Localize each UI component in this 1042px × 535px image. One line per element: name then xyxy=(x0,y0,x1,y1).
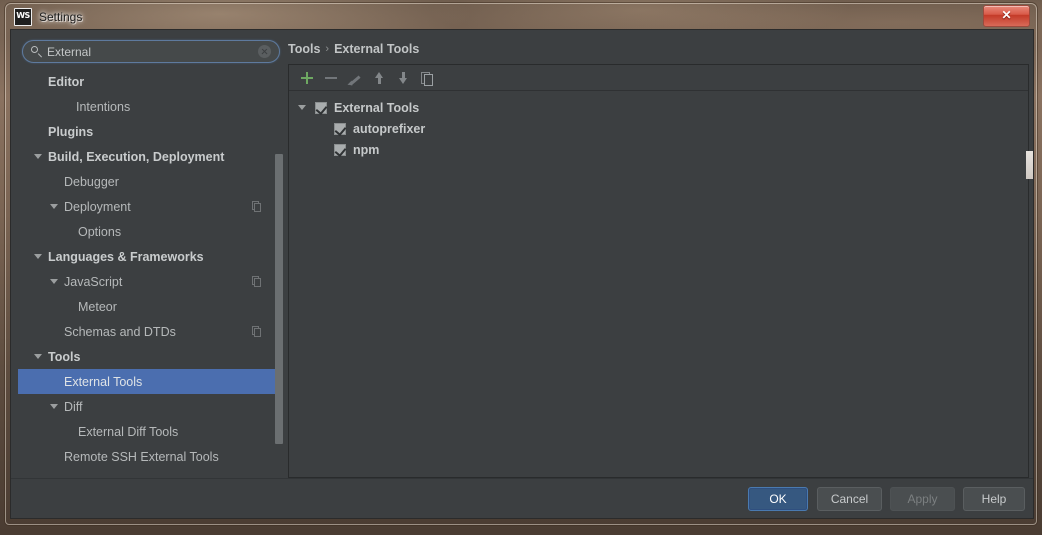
sidebar-item-label: Diff xyxy=(64,399,83,414)
tool-label: npm xyxy=(353,142,380,157)
settings-sidebar: Editor Intentions Plugins Build, Execution,… xyxy=(18,36,284,478)
sidebar-item-label: Remote SSH External Tools xyxy=(64,449,219,464)
dialog-button-bar: OK Cancel Apply Help xyxy=(11,478,1033,518)
cancel-button[interactable]: Cancel xyxy=(817,487,882,511)
sidebar-item-external-tools[interactable]: External Tools xyxy=(18,369,276,394)
sidebar-item-meteor[interactable]: Meteor xyxy=(18,294,276,319)
breadcrumb: Tools › External Tools xyxy=(288,42,419,56)
sidebar-item-label: External Diff Tools xyxy=(78,424,179,439)
sidebar-item-editor[interactable]: Editor xyxy=(18,69,276,94)
tool-tree-row[interactable]: External Tools xyxy=(289,97,1028,118)
webstorm-icon: WS xyxy=(14,7,32,26)
sidebar-item-label: Schemas and DTDs xyxy=(64,324,176,339)
sidebar-item-label: Debugger xyxy=(64,174,119,189)
sidebar-item-label: Editor xyxy=(48,74,85,89)
tool-tree-row[interactable]: autoprefixer xyxy=(289,118,1028,139)
sidebar-item-label: Meteor xyxy=(78,299,117,314)
tool-label: External Tools xyxy=(334,100,420,115)
sidebar-item-remote-ssh-external-tools[interactable]: Remote SSH External Tools xyxy=(18,444,276,469)
settings-dialog: Editor Intentions Plugins Build, Execution,… xyxy=(10,29,1034,519)
sidebar-scrollbar-thumb[interactable] xyxy=(275,154,283,444)
sidebar-item-debugger[interactable]: Debugger xyxy=(18,169,276,194)
sidebar-item-javascript[interactable]: JavaScript xyxy=(18,269,276,294)
tool-checkbox[interactable] xyxy=(334,143,347,157)
ok-button[interactable]: OK xyxy=(748,487,808,511)
chevron-down-icon[interactable] xyxy=(298,105,306,110)
copy-badge-icon xyxy=(252,201,262,212)
tool-checkbox[interactable] xyxy=(334,122,347,136)
search-box[interactable] xyxy=(22,40,280,63)
desktop-background: WS Settings ✕ Editor Intentions Plugins Bui… xyxy=(0,0,1042,535)
sidebar-scrollbar-track[interactable] xyxy=(275,69,284,475)
sidebar-item-languages-frameworks[interactable]: Languages & Frameworks xyxy=(18,244,276,269)
settings-category-tree[interactable]: Editor Intentions Plugins Build, Execution,… xyxy=(18,69,276,475)
copy-badge-icon xyxy=(252,326,262,337)
edit-button xyxy=(343,67,367,89)
tool-tree-row[interactable]: npm xyxy=(289,139,1028,160)
apply-button: Apply xyxy=(890,487,955,511)
sidebar-item-label: JavaScript xyxy=(64,274,123,289)
breadcrumb-current: External Tools xyxy=(334,42,420,56)
move-down-button xyxy=(391,67,415,89)
sidebar-item-label: Intentions xyxy=(76,99,131,114)
sidebar-item-deployment[interactable]: Deployment xyxy=(18,194,276,219)
sidebar-item-schemas-and-dtds[interactable]: Schemas and DTDs xyxy=(18,319,276,344)
sidebar-item-label: Deployment xyxy=(64,199,131,214)
sidebar-item-plugins[interactable]: Plugins xyxy=(18,119,276,144)
tool-checkbox[interactable] xyxy=(315,101,328,115)
chevron-down-icon[interactable] xyxy=(50,404,58,409)
sidebar-item-intentions[interactable]: Intentions xyxy=(18,94,276,119)
sidebar-item-external-diff-tools[interactable]: External Diff Tools xyxy=(18,419,276,444)
close-button[interactable]: ✕ xyxy=(983,5,1030,27)
external-tools-panel: External Tools autoprefixer npm xyxy=(288,64,1029,478)
tool-label: autoprefixer xyxy=(353,121,426,136)
add-button[interactable] xyxy=(295,67,319,89)
settings-window: WS Settings ✕ Editor Intentions Plugins Bui… xyxy=(5,3,1037,525)
external-tools-toolbar xyxy=(289,65,1028,91)
chevron-down-icon[interactable] xyxy=(34,254,42,259)
sidebar-item-label: Build, Execution, Deployment xyxy=(48,149,225,164)
remove-button xyxy=(319,67,343,89)
help-button[interactable]: Help xyxy=(963,487,1025,511)
sidebar-item-label: Options xyxy=(78,224,122,239)
chevron-down-icon[interactable] xyxy=(34,154,42,159)
breadcrumb-parent[interactable]: Tools xyxy=(288,42,320,56)
window-title: Settings xyxy=(39,9,83,24)
move-up-button xyxy=(367,67,391,89)
sidebar-item-build-execution-deployment[interactable]: Build, Execution, Deployment xyxy=(18,144,276,169)
check-icon xyxy=(315,102,328,115)
sidebar-item-diff[interactable]: Diff xyxy=(18,394,276,419)
sidebar-item-tools[interactable]: Tools xyxy=(18,344,276,369)
sidebar-item-label: External Tools xyxy=(64,374,143,389)
sidebar-item-label: Plugins xyxy=(48,124,94,139)
search-input[interactable] xyxy=(47,44,258,59)
check-icon xyxy=(334,144,347,157)
breadcrumb-separator-icon: › xyxy=(325,43,330,55)
sidebar-item-options[interactable]: Options xyxy=(18,219,276,244)
check-icon xyxy=(334,123,347,136)
external-tools-tree[interactable]: External Tools autoprefixer npm xyxy=(289,91,1028,477)
settings-content-panel: Tools › External Tools External Tools aut… xyxy=(288,36,1029,478)
copy-button xyxy=(415,67,439,89)
sidebar-item-label: Tools xyxy=(48,349,81,364)
window-titlebar[interactable]: WS Settings ✕ xyxy=(6,4,1036,29)
chevron-down-icon[interactable] xyxy=(50,279,58,284)
window-scrollbar-hint[interactable] xyxy=(1026,151,1033,179)
chevron-down-icon[interactable] xyxy=(34,354,42,359)
clear-icon[interactable] xyxy=(258,45,271,58)
sidebar-item-label: Languages & Frameworks xyxy=(48,249,204,264)
chevron-down-icon[interactable] xyxy=(50,204,58,209)
copy-badge-icon xyxy=(252,276,262,287)
search-icon xyxy=(31,46,42,58)
close-icon: ✕ xyxy=(1001,8,1012,22)
